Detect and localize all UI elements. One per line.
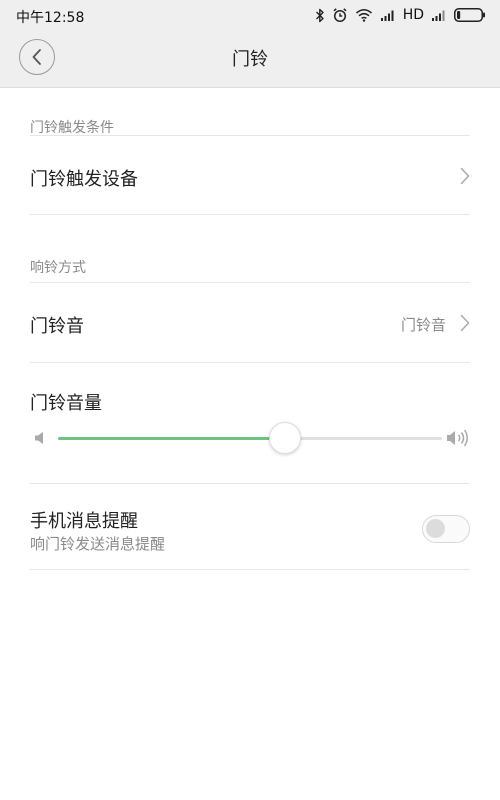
divider: [30, 483, 470, 484]
title-bar: 门铃: [0, 30, 500, 88]
wifi-icon: [355, 9, 372, 22]
signal-icon: [380, 10, 394, 21]
notification-toggle[interactable]: [422, 515, 470, 543]
divider: [30, 214, 470, 215]
network-type-label: HD: [402, 7, 424, 23]
chevron-right-icon: [460, 314, 470, 332]
divider: [30, 135, 470, 136]
volume-slider[interactable]: [58, 421, 442, 455]
notification-title: 手机消息提醒: [30, 511, 138, 532]
ringtone-value: 门铃音: [400, 316, 446, 334]
volume-slider-fill: [58, 437, 285, 440]
volume-high-icon: [447, 429, 468, 447]
chevron-right-icon: [460, 167, 470, 185]
ringtone-title: 门铃音: [30, 316, 84, 337]
section-label-ring-mode: 响铃方式: [30, 260, 86, 276]
alarm-icon: [333, 8, 347, 23]
status-time: 中午12:58: [16, 10, 85, 26]
divider: [30, 569, 470, 570]
battery-icon: [454, 8, 485, 22]
trigger-device-title: 门铃触发设备: [30, 169, 138, 190]
toggle-knob: [426, 519, 445, 538]
status-bar: 中午12:58 HD: [0, 0, 500, 30]
notification-subtitle: 响门铃发送消息提醒: [30, 535, 166, 553]
page-title: 门铃: [232, 49, 268, 70]
section-label-trigger: 门铃触发条件: [30, 120, 114, 136]
volume-slider-thumb[interactable]: [268, 422, 301, 454]
signal-icon: [432, 10, 445, 21]
divider: [30, 362, 470, 363]
divider: [30, 282, 470, 283]
status-icons: HD: [315, 6, 486, 24]
volume-title: 门铃音量: [30, 393, 102, 414]
bluetooth-icon: [315, 8, 324, 22]
volume-low-icon: [35, 432, 43, 444]
